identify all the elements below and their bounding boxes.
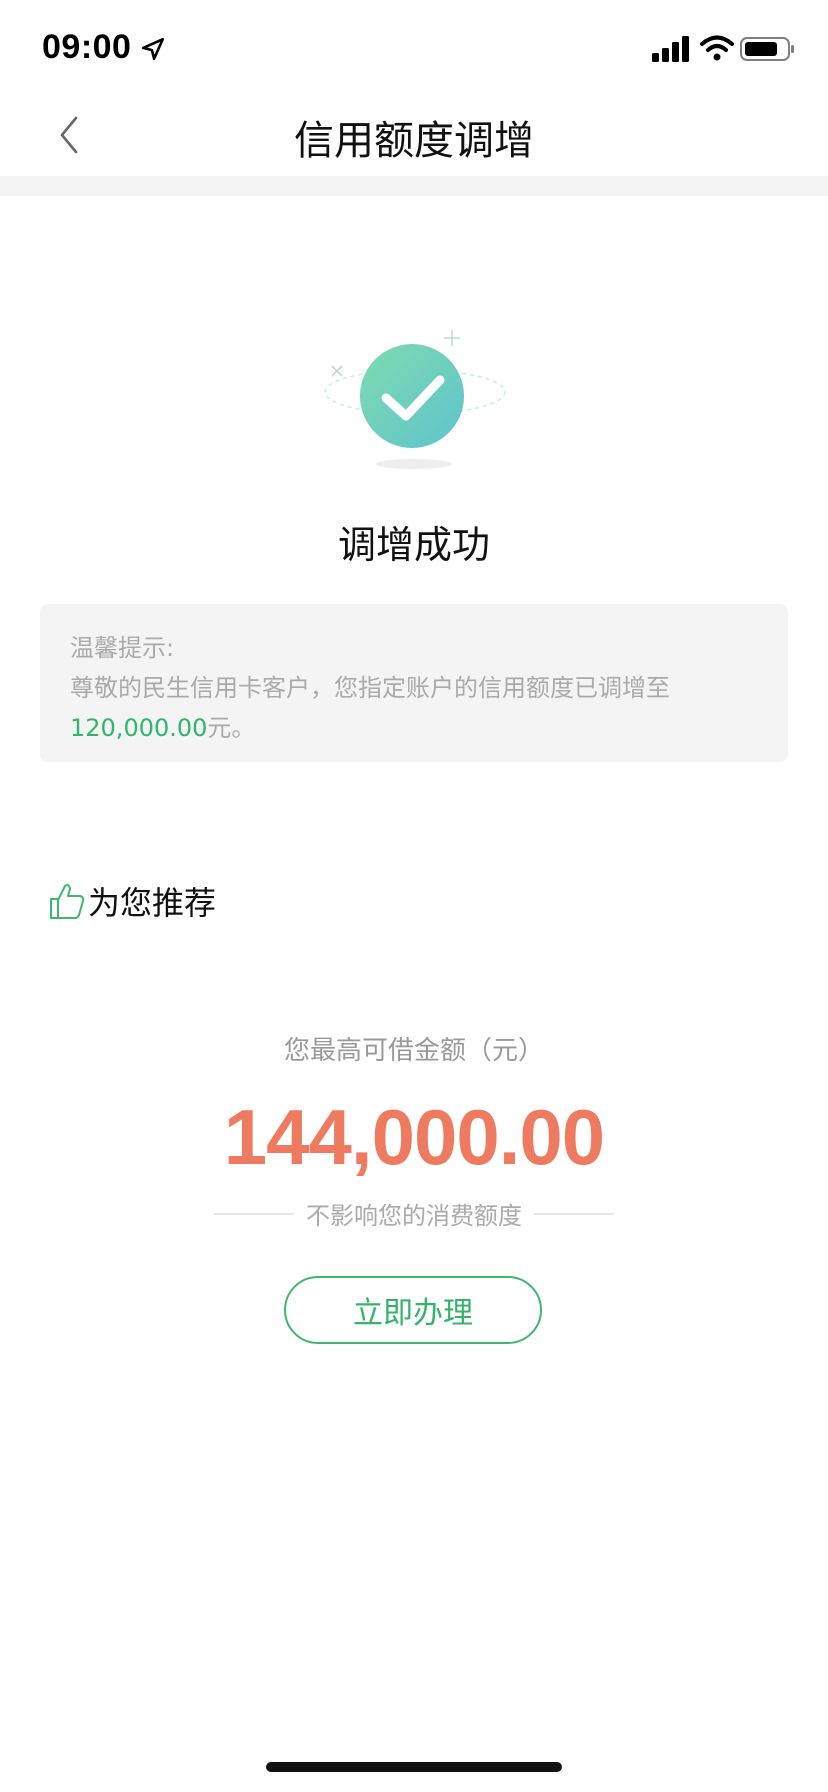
location-arrow-icon: [141, 37, 165, 61]
status-time: 09:00: [42, 28, 132, 66]
status-bar: 09:00: [0, 0, 828, 96]
apply-button[interactable]: 立即办理: [284, 1276, 542, 1344]
divider-line: [214, 1212, 294, 1215]
loan-note-row: 不影响您的消费额度: [0, 1196, 828, 1231]
recommend-title: 为您推荐: [88, 884, 217, 922]
loan-note: 不影响您的消费额度: [306, 1202, 522, 1230]
recommend-header: 为您推荐: [48, 876, 216, 926]
thumbs-up-icon: [50, 884, 85, 919]
wifi-icon: [700, 35, 734, 61]
check-circle-icon: [324, 330, 506, 469]
tip-suffix: 元。: [207, 714, 256, 742]
tip-amount-line: 120,000.00元。: [70, 708, 758, 748]
loan-label: 您最高可借金额（元）: [283, 1036, 544, 1066]
home-indicator[interactable]: [266, 1762, 562, 1772]
loan-amount: 144,000.00: [223, 1093, 605, 1181]
tip-heading: 温馨提示:: [70, 634, 175, 662]
cellular-signal-icon: [652, 36, 689, 62]
navigation-bar: 信用额度调增: [0, 96, 828, 176]
nav-divider: [0, 176, 828, 196]
tip-amount: 120,000.00: [70, 714, 208, 742]
divider-line: [534, 1212, 614, 1215]
success-title: 调增成功: [337, 523, 490, 567]
tip-box: 温馨提示: 尊敬的民生信用卡客户，您指定账户的信用额度已调增至 120,000.…: [40, 604, 788, 762]
battery-icon: [740, 37, 794, 61]
page-title: 信用额度调增: [294, 118, 534, 164]
tip-message: 尊敬的民生信用卡客户，您指定账户的信用额度已调增至: [70, 674, 670, 702]
